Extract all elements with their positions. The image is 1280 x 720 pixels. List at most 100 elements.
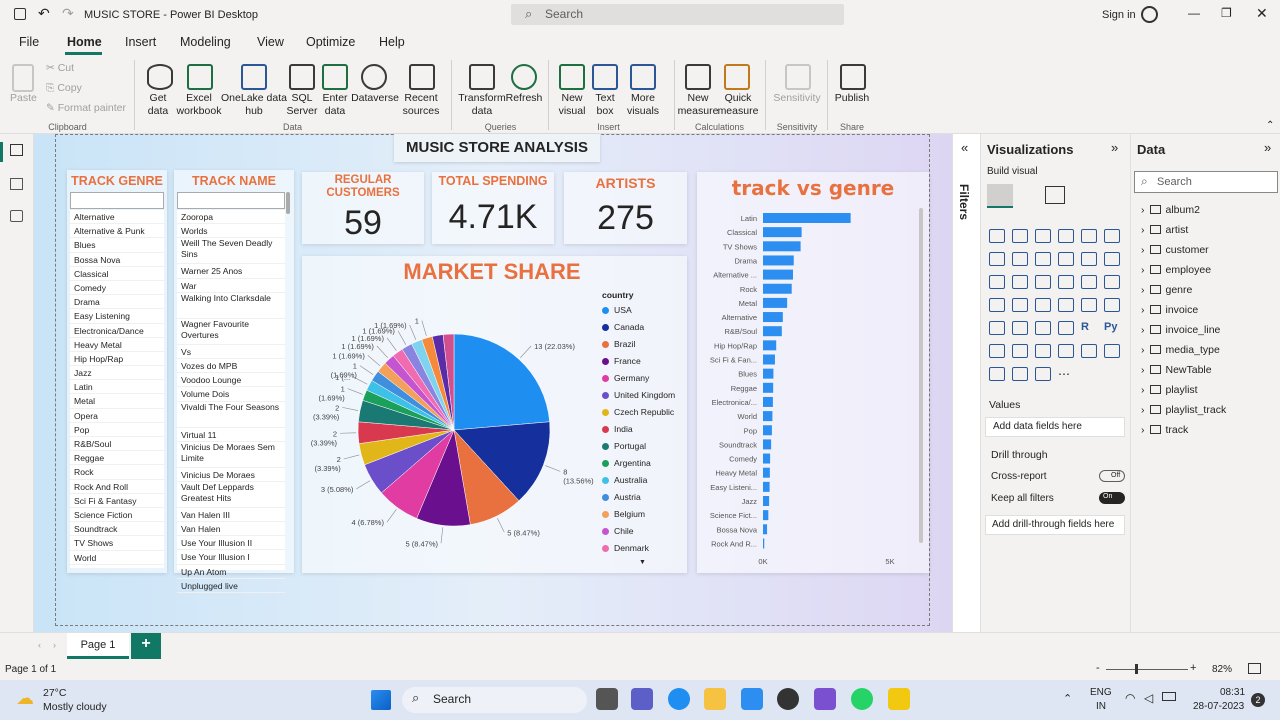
genre-item[interactable]: Latin — [70, 380, 164, 395]
bar[interactable] — [763, 481, 770, 492]
keep-filters-toggle[interactable]: On — [1099, 492, 1125, 504]
legend-item[interactable]: Germany — [602, 373, 684, 390]
menu-home[interactable]: Home — [67, 35, 102, 49]
track-item[interactable]: Vs — [177, 345, 285, 359]
data-table-item[interactable]: › playlist_track — [1141, 404, 1226, 416]
bar[interactable] — [763, 453, 771, 464]
track-item[interactable]: Volume Dois — [177, 387, 285, 402]
track-item[interactable]: Vozes do MPB — [177, 359, 285, 374]
add-drill-through-well[interactable]: Add drill-through fields here — [985, 515, 1125, 535]
genre-item[interactable]: Easy Listening — [70, 309, 164, 324]
power-apps-visual-icon[interactable] — [989, 367, 1005, 381]
qa-visual-icon[interactable] — [1035, 344, 1051, 358]
bar[interactable] — [763, 213, 851, 223]
report-view-icon[interactable] — [10, 144, 23, 156]
menu-insert[interactable]: Insert — [125, 35, 156, 49]
r-script-visual-icon[interactable]: R — [1081, 321, 1089, 333]
model-view-icon[interactable] — [10, 210, 23, 222]
data-table-item[interactable]: › artist — [1141, 224, 1188, 236]
diamond-visual-icon[interactable] — [1035, 367, 1051, 381]
track-item[interactable]: War — [177, 279, 285, 293]
data-table-item[interactable]: › genre — [1141, 284, 1192, 296]
text-box-button[interactable]: Text box — [588, 92, 622, 118]
minimize-icon[interactable]: — — [1188, 6, 1200, 20]
stacked-bar-visual-icon[interactable] — [989, 229, 1005, 243]
expand-chevron-icon[interactable]: › — [1141, 224, 1145, 236]
data-table-item[interactable]: › invoice — [1141, 304, 1198, 316]
language-2[interactable]: IN — [1096, 701, 1106, 712]
expand-chevron-icon[interactable]: › — [1141, 344, 1145, 356]
genre-item[interactable]: Blues — [70, 238, 164, 253]
teams-icon[interactable] — [631, 688, 653, 710]
cut-button[interactable]: ✂ Cut — [46, 62, 74, 75]
task-view-icon[interactable] — [596, 688, 618, 710]
zoom-slider[interactable] — [1106, 669, 1188, 670]
genre-item[interactable]: Reggae — [70, 451, 164, 466]
map-visual-icon[interactable] — [989, 298, 1005, 312]
menu-view[interactable]: View — [257, 35, 284, 49]
expand-chevron-icon[interactable]: › — [1141, 264, 1145, 276]
menu-optimize[interactable]: Optimize — [306, 35, 355, 49]
clustered-bar-visual-icon[interactable] — [1035, 229, 1051, 243]
notification-badge[interactable]: 2 — [1251, 693, 1265, 707]
legend-item[interactable]: Chile — [602, 526, 684, 543]
language-1[interactable]: ENG — [1090, 687, 1112, 698]
bar[interactable] — [763, 524, 768, 535]
bar[interactable] — [763, 227, 802, 238]
redo-icon[interactable]: ↷ — [62, 5, 74, 22]
bar[interactable] — [763, 255, 794, 266]
onelake-button[interactable]: OneLake data hub — [220, 92, 288, 118]
expand-chevron-icon[interactable]: › — [1141, 244, 1145, 256]
matrix-visual-icon[interactable] — [1058, 321, 1074, 335]
legend-item[interactable]: USA — [602, 305, 684, 322]
legend-item[interactable]: Denmark — [602, 543, 684, 560]
expand-chevron-icon[interactable]: › — [1141, 304, 1145, 316]
bar[interactable] — [763, 467, 770, 478]
track-item[interactable]: Vinicius De Moraes Sem Limite — [177, 442, 285, 468]
bar[interactable] — [763, 396, 773, 407]
taskbar-search[interactable]: ⌕ Search — [402, 687, 587, 713]
clock-date[interactable]: 28-07-2023 — [1193, 701, 1244, 712]
filled-map-visual-icon[interactable] — [1012, 298, 1028, 312]
data-table-item[interactable]: › invoice_line — [1141, 324, 1220, 336]
ribbon-visual-icon[interactable] — [1104, 252, 1120, 266]
genre-item[interactable]: Opera — [70, 409, 164, 423]
stacked-area-visual-icon[interactable] — [1035, 252, 1051, 266]
legend-item[interactable]: Belgium — [602, 509, 684, 526]
genre-item[interactable]: Metal — [70, 394, 164, 409]
collapse-data-icon[interactable]: » — [1264, 140, 1271, 155]
legend-item[interactable]: France — [602, 356, 684, 373]
genre-item[interactable]: Science Fiction — [70, 508, 164, 523]
weather-icon[interactable]: ☁ — [16, 688, 34, 709]
100-bar-visual-icon[interactable] — [1081, 229, 1097, 243]
pie-visual-icon[interactable] — [1058, 275, 1074, 289]
track-item[interactable]: Up An Atom — [177, 565, 285, 579]
genre-item[interactable]: Electronica/Dance — [70, 324, 164, 338]
legend-item[interactable]: Argentina — [602, 458, 684, 475]
card-visual-icon[interactable] — [1081, 298, 1097, 312]
sql-server-button[interactable]: SQL Server — [284, 92, 320, 118]
data-table-item[interactable]: › employee — [1141, 264, 1211, 276]
zoom-thumb[interactable] — [1135, 664, 1138, 674]
kpi-visual-icon[interactable] — [989, 321, 1005, 335]
file-explorer-icon[interactable] — [704, 688, 726, 710]
treemap-visual-icon[interactable] — [1104, 275, 1120, 289]
recent-sources-button[interactable]: Recent sources — [398, 92, 444, 118]
genre-item[interactable]: Bossa Nova — [70, 253, 164, 267]
genre-item[interactable]: World — [70, 551, 164, 565]
bar[interactable] — [763, 368, 774, 379]
quick-measure-button[interactable]: Quick measure — [715, 92, 761, 118]
python-visual-icon[interactable]: Py — [1104, 321, 1117, 333]
save-icon[interactable] — [14, 8, 26, 20]
powerbi-icon[interactable] — [888, 688, 910, 710]
funnel-visual-icon[interactable] — [1012, 275, 1028, 289]
close-icon[interactable]: ✕ — [1256, 5, 1268, 22]
goals-visual-icon[interactable] — [1081, 344, 1097, 358]
new-visual-button[interactable]: New visual — [553, 92, 591, 118]
expand-filters-icon[interactable]: « — [961, 140, 968, 155]
volume-icon[interactable]: ◁ — [1144, 691, 1153, 705]
bar[interactable] — [763, 382, 774, 393]
next-page-icon[interactable]: › — [53, 640, 56, 650]
power-automate-visual-icon[interactable] — [1012, 367, 1028, 381]
track-scrollbar[interactable] — [286, 192, 290, 214]
